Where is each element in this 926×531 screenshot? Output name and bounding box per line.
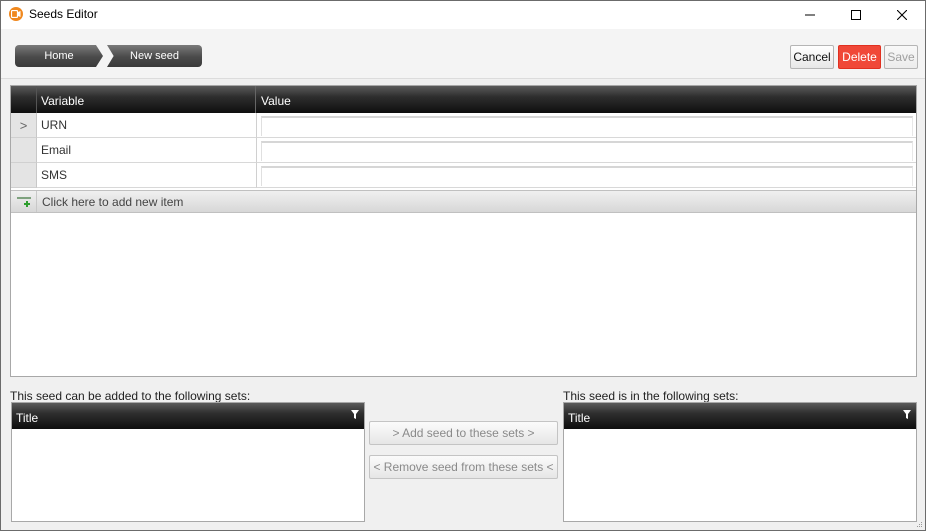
value-field[interactable] <box>261 116 913 136</box>
app-logo-icon <box>9 7 23 21</box>
add-to-sets-button[interactable]: > Add seed to these sets > <box>369 421 558 445</box>
minimize-icon <box>805 14 815 16</box>
value-field[interactable] <box>261 141 913 161</box>
add-row-icon <box>11 191 37 212</box>
column-divider[interactable] <box>255 86 256 113</box>
available-sets-label: This seed can be added to the following … <box>10 389 251 403</box>
minimize-button[interactable] <box>787 1 833 29</box>
maximize-button[interactable] <box>833 1 879 29</box>
value-cell[interactable] <box>257 113 916 138</box>
remove-from-sets-button[interactable]: < Remove seed from these sets < <box>369 455 558 479</box>
available-sets-header: Title <box>12 403 364 429</box>
resize-grip-icon[interactable] <box>915 520 923 528</box>
value-cell[interactable] <box>257 163 916 188</box>
toolbar: Home New seed Cancel Delete Save <box>1 29 925 79</box>
breadcrumb-current[interactable]: New seed <box>107 45 202 67</box>
filter-icon[interactable] <box>351 410 359 419</box>
column-header-value[interactable]: Value <box>261 94 291 108</box>
value-field[interactable] <box>261 166 913 186</box>
title-bar: Seeds Editor <box>1 1 925 29</box>
add-new-item-label[interactable]: Click here to add new item <box>42 195 183 209</box>
grid-header: Variable Value <box>11 86 916 113</box>
cancel-button[interactable]: Cancel <box>790 45 834 69</box>
header-indicator-cell <box>11 86 37 113</box>
row-indicator <box>11 138 37 163</box>
save-button[interactable]: Save <box>884 45 918 69</box>
member-sets-list[interactable]: Title <box>563 402 917 522</box>
member-sets-header: Title <box>564 403 916 429</box>
variable-cell[interactable]: SMS <box>37 163 257 188</box>
window-title: Seeds Editor <box>29 7 98 21</box>
value-cell[interactable] <box>257 138 916 163</box>
table-row[interactable]: Email <box>11 138 916 163</box>
row-indicator <box>11 163 37 188</box>
maximize-icon <box>851 10 861 20</box>
close-button[interactable] <box>879 1 925 29</box>
member-sets-title-column[interactable]: Title <box>568 411 590 425</box>
column-header-variable[interactable]: Variable <box>41 94 84 108</box>
delete-button[interactable]: Delete <box>838 45 881 69</box>
filter-icon[interactable] <box>903 410 911 419</box>
table-row[interactable]: SMS <box>11 163 916 188</box>
table-row[interactable]: > URN <box>11 113 916 138</box>
variable-cell[interactable]: URN <box>37 113 257 138</box>
current-row-indicator-icon: > <box>11 113 37 138</box>
available-sets-title-column[interactable]: Title <box>16 411 38 425</box>
breadcrumb-home[interactable]: Home <box>15 45 103 67</box>
variable-cell[interactable]: Email <box>37 138 257 163</box>
available-sets-list[interactable]: Title <box>11 402 365 522</box>
seeds-editor-window: Seeds Editor Home New seed Cancel Delete… <box>0 0 926 531</box>
variables-grid: Variable Value > URN Email SMS Click her… <box>10 85 917 377</box>
member-sets-label: This seed is in the following sets: <box>563 389 739 403</box>
close-icon <box>897 10 907 20</box>
add-new-item-row[interactable]: Click here to add new item <box>11 190 916 213</box>
